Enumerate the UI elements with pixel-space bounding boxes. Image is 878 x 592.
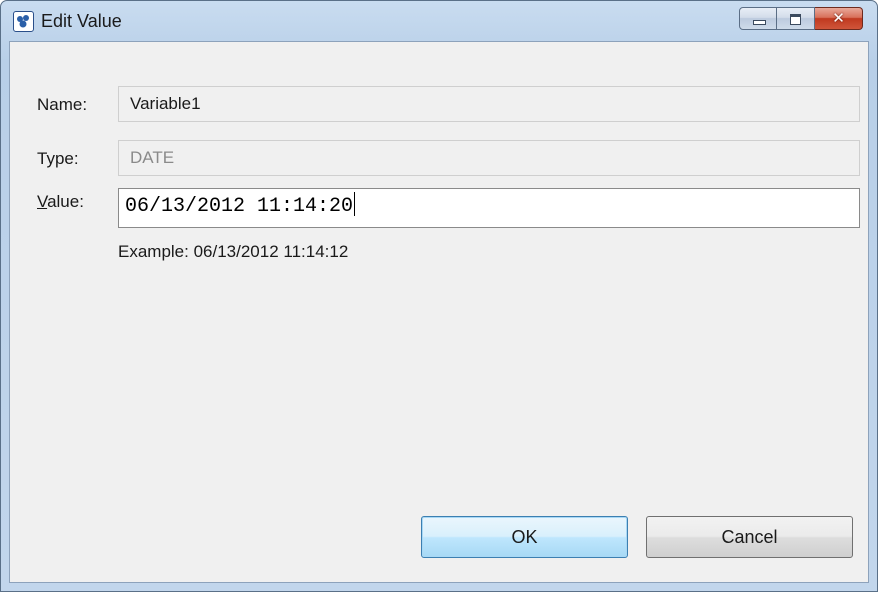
name-label: Name:: [37, 95, 88, 114]
app-icon: [13, 11, 34, 32]
caption-buttons: ✕: [739, 7, 863, 31]
value-label: Value:: [37, 192, 84, 212]
value-input-text: 06/13/2012 11:14:20: [125, 195, 354, 218]
maximize-icon: [790, 14, 801, 25]
close-icon: ✕: [832, 9, 845, 27]
value-label-rest: alue:: [47, 192, 84, 211]
edit-value-window: Edit Value ✕ Name: Variable1 Type: DATE …: [0, 0, 878, 592]
maximize-button[interactable]: [777, 7, 815, 30]
value-label-accelerator: V: [37, 192, 48, 211]
minimize-icon: [753, 20, 766, 25]
dialog-body: Name: Variable1 Type: DATE Value: 06/13/…: [9, 41, 869, 583]
name-field: Variable1: [118, 86, 860, 122]
type-label: Type:: [37, 149, 79, 168]
window-title: Edit Value: [41, 11, 122, 31]
close-button[interactable]: ✕: [815, 7, 863, 30]
minimize-button[interactable]: [739, 7, 777, 30]
text-caret: [354, 192, 356, 216]
value-input[interactable]: 06/13/2012 11:14:20: [118, 188, 860, 228]
type-field: DATE: [118, 140, 860, 176]
ok-button[interactable]: OK: [421, 516, 628, 558]
cancel-button[interactable]: Cancel: [646, 516, 853, 558]
example-hint: Example: 06/13/2012 11:14:12: [118, 242, 349, 261]
title-bar[interactable]: Edit Value ✕: [1, 1, 877, 41]
